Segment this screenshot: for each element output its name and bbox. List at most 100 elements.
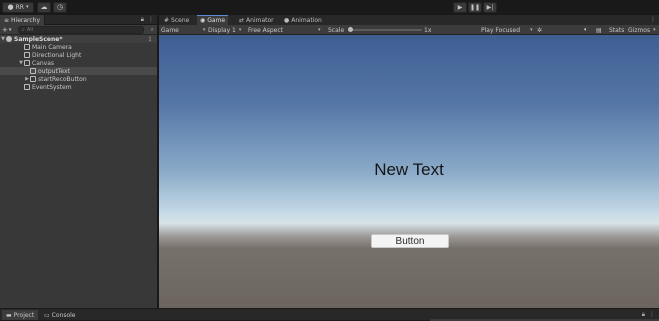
tab-console-label: Console [51,311,76,319]
kebab-menu-icon[interactable]: ⋮ [650,16,656,23]
stats-label: Stats [609,26,625,34]
gameobject-icon [24,52,30,58]
start-reco-button-label: Button [395,235,425,247]
tab-scene[interactable]: # Scene [161,15,192,25]
pause-icon: ❚❚ [469,3,481,11]
bottom-tab-actions: 🔒︎ ⋮ [642,311,655,319]
account-button[interactable]: ● RR ▾ [2,2,34,13]
gameobject-icon [30,76,36,82]
tab-game[interactable]: ◉ Game [197,15,229,25]
main-toolbar: ● RR ▾ ☁ ◷ ▶ ❚❚ ▶| [0,0,659,15]
chevron-down-icon: ▾ [238,27,242,33]
add-object-button[interactable]: + ▾ [2,26,16,34]
tree-item-canvas[interactable]: ▼ Canvas [0,59,157,67]
chevron-down-icon: ▾ [530,27,533,33]
view-mode-dropdown[interactable]: Game ▾ [161,25,205,35]
search-icon: ⌕ [22,27,25,33]
gizmos-label: Gizmos [628,26,651,34]
gameobject-icon [24,60,30,66]
tab-animation-label: Animation [291,16,322,24]
tab-scene-label: Scene [171,16,190,24]
gizmos-button[interactable]: Gizmos ▾ [628,25,656,35]
chevron-down-icon: ▾ [25,4,29,10]
kebab-menu-icon[interactable]: ⋮ [148,16,154,24]
play-mode-dropdown[interactable]: Play Focused ▾ [481,25,533,35]
hierarchy-tabbar: ≡ Hierarchy 🔒︎ ⋮ [0,15,157,25]
kebab-menu-icon[interactable]: ⋮ [649,311,655,319]
scene-grid-icon: # [164,16,170,24]
account-icon: ● [7,3,14,11]
chevron-down-icon: ▾ [202,27,206,33]
mute-audio-toggle[interactable]: 🔈︎ [584,25,588,35]
start-reco-button[interactable]: Button [371,234,449,248]
kebab-menu-icon[interactable]: ⋮ [147,36,153,43]
tree-item-label: startRecoButton [38,75,87,83]
game-controls-bar: Game ▾ Display 1 ▾ Free Aspect ▾ Scale 1… [159,25,659,35]
tree-item-event-system[interactable]: EventSystem [0,83,157,91]
tab-animator[interactable]: ⇄ Animator [236,15,277,25]
tab-animation[interactable]: ● Animation [281,15,325,25]
chevron-down-icon: ▾ [8,27,12,33]
aspect-dropdown[interactable]: Free Aspect ▾ [248,25,321,35]
scene-name: SampleScene* [14,35,63,43]
bug-icon: ✲ [537,26,543,34]
tree-item-main-camera[interactable]: Main Camera [0,43,157,51]
hierarchy-search-row: + ▾ ⌕ All ⌕ [0,25,157,35]
tree-item-label: EventSystem [32,83,72,91]
hierarchy-search-input[interactable]: ⌕ All [18,26,144,34]
tab-game-label: Game [207,17,226,24]
chevron-down-icon: ▾ [318,27,321,33]
list-icon: ≡ [4,16,10,24]
display-dropdown[interactable]: Display 1 ▾ [208,25,241,35]
console-icon: ▭ [44,311,50,319]
tree-item-output-text[interactable]: outputText [0,67,157,75]
lock-icon[interactable]: 🔒︎ [141,16,144,24]
play-button[interactable]: ▶ [453,2,467,13]
tab-project[interactable]: ▬ Project [2,310,39,320]
play-mode-label: Play Focused [481,26,521,34]
cloud-icon: ☁ [40,3,48,11]
folder-icon: ▬ [6,311,12,319]
search-options-icon[interactable]: ⌕ [151,26,154,34]
lock-icon[interactable]: 🔒︎ [642,311,645,319]
animation-icon: ● [284,16,290,24]
output-text: New Text [374,160,444,179]
scale-slider-track[interactable] [350,29,422,31]
unity-scene-icon [6,36,12,42]
collab-button[interactable]: ◷ [53,2,67,13]
tree-item-label: outputText [38,67,70,75]
gameobject-icon [30,68,36,74]
scale-label-text: Scale [328,26,345,34]
gamepad-icon: ◉ [200,17,206,24]
view-tab-actions: ⋮ [650,16,656,23]
keyboard-icon: ▤ [596,26,602,34]
pause-button[interactable]: ❚❚ [468,2,482,13]
scale-value-text: 1x [424,26,432,34]
scene-row[interactable]: ▼ SampleScene* ⋮ [0,35,157,43]
tab-animator-label: Animator [246,16,274,24]
cloud-button[interactable]: ☁ [37,2,51,13]
game-viewport[interactable]: New Text Button [159,35,659,308]
scale-slider-handle[interactable] [348,27,353,32]
tree-item-directional-light[interactable]: Directional Light [0,51,157,59]
tab-console[interactable]: ▭ Console [40,310,80,320]
tree-item-label: Directional Light [32,51,82,59]
chevron-down-icon: ▾ [653,27,656,33]
hierarchy-tab-actions: 🔒︎ ⋮ [141,16,154,24]
gameobject-icon [24,84,30,90]
bottom-panel-tabbar: ▬ Project ▭ Console 🔒︎ ⋮ [0,308,659,321]
tab-hierarchy[interactable]: ≡ Hierarchy [0,15,46,25]
stats-button[interactable]: Stats [609,25,624,35]
animator-icon: ⇄ [239,16,245,24]
shortcuts-toggle[interactable]: ▤ [596,25,602,35]
tree-item-start-reco-button[interactable]: ▶ startRecoButton [0,75,157,83]
aspect-label: Free Aspect [248,26,284,34]
bug-toggle[interactable]: ✲ [537,25,542,35]
step-button[interactable]: ▶| [483,2,497,13]
view-mode-label: Game [161,26,179,34]
tree-item-label: Main Camera [32,43,72,51]
tree-item-label: Canvas [32,59,55,67]
add-label: + [2,26,8,34]
speaker-icon: 🔈︎ [584,26,588,33]
account-label: RR [15,4,24,11]
